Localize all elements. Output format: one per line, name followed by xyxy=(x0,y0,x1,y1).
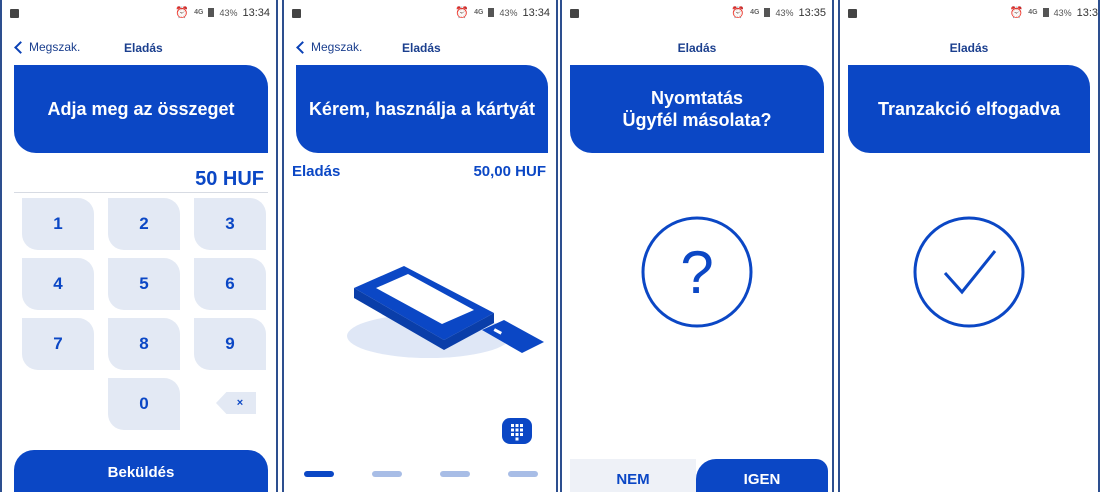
status-bar: ⏰ 4G 43% 13:34 xyxy=(284,0,556,28)
notification-icon xyxy=(10,9,19,18)
submit-button[interactable]: Beküldés xyxy=(14,450,268,492)
banner-line-1: Nyomtatás xyxy=(650,88,743,108)
progress-dot xyxy=(372,471,402,477)
network-indicator: 4G xyxy=(474,9,484,16)
sale-amount: 50,00 HUF xyxy=(473,163,546,180)
cancel-button[interactable]: Megszak. xyxy=(296,40,363,54)
page-title: Eladás xyxy=(949,41,989,55)
battery-icon xyxy=(208,8,215,17)
nav-bar: Megszak. Eladás xyxy=(284,38,556,58)
network-indicator: 4G xyxy=(1028,9,1038,16)
svg-text:?: ? xyxy=(680,239,713,306)
status-bar: ⏰ 4G 43% 13:35 xyxy=(562,0,832,28)
battery-percent: 43% xyxy=(1053,7,1072,18)
battery-percent: 43% xyxy=(499,7,518,18)
key-0[interactable]: 0 xyxy=(108,378,180,430)
battery-icon xyxy=(764,8,771,17)
divider xyxy=(14,192,268,193)
clock: 13:34 xyxy=(242,6,270,19)
yes-button[interactable]: IGEN xyxy=(696,459,828,492)
clock: 13:34 xyxy=(522,6,550,19)
key-9[interactable]: 9 xyxy=(194,318,266,370)
card-terminal-icon xyxy=(347,266,544,358)
alarm-icon: ⏰ xyxy=(455,7,470,19)
banner-line-2: Ügyfél másolata? xyxy=(622,110,772,130)
status-bar: ⏰ 4G 43% 13:34 xyxy=(2,0,276,28)
key-7[interactable]: 7 xyxy=(22,318,94,370)
keypad-icon xyxy=(511,424,523,441)
page-title: Eladás xyxy=(124,41,163,55)
key-1[interactable]: 1 xyxy=(22,198,94,250)
backspace-button[interactable]: × xyxy=(216,392,256,414)
status-bar: ⏰ 4G 43% 13:3 xyxy=(840,0,1098,28)
alarm-icon: ⏰ xyxy=(175,7,190,19)
battery-percent: 43% xyxy=(775,7,794,18)
notification-icon xyxy=(292,9,301,18)
sale-label: Eladás xyxy=(292,163,341,180)
status-banner: Tranzakció elfogadva xyxy=(848,65,1090,153)
chevron-left-icon xyxy=(14,40,27,54)
clock: 13:3 xyxy=(1076,6,1098,19)
instruction-banner: Kérem, használja a kártyát xyxy=(296,65,548,153)
amount-display: 50 HUF xyxy=(195,168,264,190)
key-8[interactable]: 8 xyxy=(108,318,180,370)
sale-summary: Eladás 50,00 HUF xyxy=(292,163,546,183)
key-2[interactable]: 2 xyxy=(108,198,180,250)
cancel-label: Megszak. xyxy=(311,40,363,54)
notification-icon xyxy=(570,9,579,18)
cancel-label: Megszak. xyxy=(29,40,81,54)
progress-indicator xyxy=(284,471,556,479)
chevron-left-icon xyxy=(296,40,309,54)
nav-bar: Megszak. Eladás xyxy=(2,38,276,58)
phone-screen-transaction-approved: ⏰ 4G 43% 13:3 Eladás Tranzakció elfogadv… xyxy=(838,0,1100,492)
page-title: Eladás xyxy=(402,41,441,55)
key-3[interactable]: 3 xyxy=(194,198,266,250)
network-indicator: 4G xyxy=(194,9,204,16)
phone-screen-use-card: ⏰ 4G 43% 13:34 Megszak. Eladás Kérem, ha… xyxy=(282,0,558,492)
nav-bar: Eladás xyxy=(562,38,832,58)
instruction-banner: Adja meg az összeget xyxy=(14,65,268,153)
page-title: Eladás xyxy=(677,41,717,55)
alarm-icon: ⏰ xyxy=(1009,7,1024,19)
phone-screen-print-copy: ⏰ 4G 43% 13:35 Eladás Nyomtatás Ügyfél m… xyxy=(560,0,834,492)
keypad-button[interactable] xyxy=(502,418,532,444)
key-4[interactable]: 4 xyxy=(22,258,94,310)
clock: 13:35 xyxy=(798,6,826,19)
notification-icon xyxy=(848,9,857,18)
no-button[interactable]: NEM xyxy=(570,459,696,492)
network-indicator: 4G xyxy=(750,9,760,16)
alarm-icon: ⏰ xyxy=(731,7,746,19)
progress-dot-active xyxy=(304,471,334,477)
key-5[interactable]: 5 xyxy=(108,258,180,310)
progress-dot xyxy=(440,471,470,477)
check-circle-icon xyxy=(913,216,1025,328)
battery-percent: 43% xyxy=(219,7,238,18)
instruction-banner: Nyomtatás Ügyfél másolata? xyxy=(570,65,824,153)
phone-screen-amount-entry: ⏰ 4G 43% 13:34 Megszak. Eladás Adja meg … xyxy=(0,0,278,492)
question-circle-icon: ? xyxy=(641,216,753,328)
battery-icon xyxy=(488,8,495,17)
key-6[interactable]: 6 xyxy=(194,258,266,310)
battery-icon xyxy=(1042,8,1049,17)
cancel-button[interactable]: Megszak. xyxy=(14,40,81,54)
nav-bar: Eladás xyxy=(840,38,1098,58)
progress-dot xyxy=(508,471,538,477)
